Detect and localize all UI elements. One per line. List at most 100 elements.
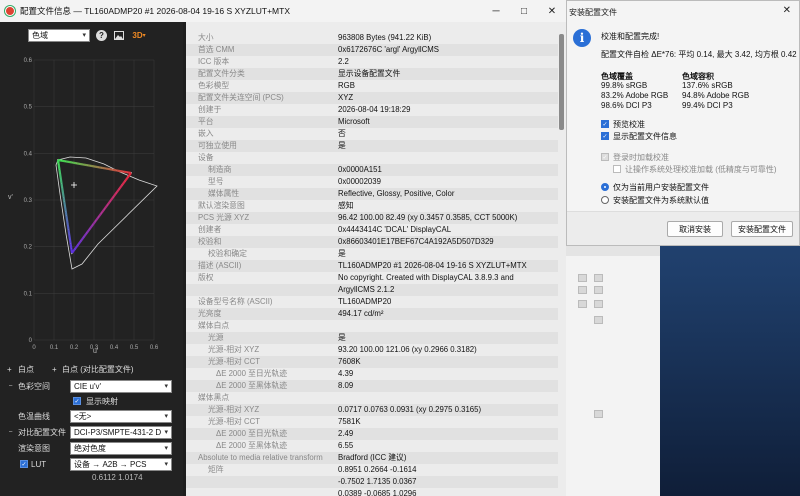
- lut-checkbox[interactable]: ✓: [20, 460, 28, 468]
- dialog-close-button[interactable]: ✕: [783, 5, 791, 16]
- info-row[interactable]: 大小 963808 Bytes (941.22 KiB): [186, 32, 558, 44]
- tone-curve-select[interactable]: <无> ▾: [70, 409, 172, 423]
- maximize-button[interactable]: □: [510, 0, 538, 22]
- info-row[interactable]: 光源-相对 XYZ 0.0717 0.0763 0.0931 (xy 0.2975…: [186, 404, 558, 416]
- info-row[interactable]: 型号 0x00002039: [186, 176, 558, 188]
- gamut-edge-segment: [115, 188, 121, 194]
- gamut-edge-segment: [68, 238, 72, 244]
- chevron-down-icon: ▾: [164, 444, 168, 452]
- show-lut-row[interactable]: ✓ 显示映射: [0, 394, 183, 408]
- info-row[interactable]: 光源-相对 CCT 7581K: [186, 416, 558, 428]
- info-row[interactable]: ΔE 2000 至黑体轨迹 6.55: [186, 440, 558, 452]
- info-row[interactable]: 创建者 0x4443414C 'DCAL' DisplayCAL: [186, 224, 558, 236]
- info-row[interactable]: 制造商 0x0000A151: [186, 164, 558, 176]
- info-row[interactable]: PCS 光源 XYZ 96.42 100.00 82.49 (xy 0.3457 …: [186, 212, 558, 224]
- load-on-login-checkbox[interactable]: ✓: [601, 153, 609, 161]
- help-icon[interactable]: ?: [96, 29, 107, 41]
- info-row[interactable]: 媒体白点: [186, 320, 558, 332]
- let-os-handle-checkbox[interactable]: [613, 165, 621, 173]
- info-row[interactable]: 设备型号名称 (ASCII) TL160ADMP20: [186, 296, 558, 308]
- info-row[interactable]: ΔE 2000 至日光轨迹 4.39: [186, 368, 558, 380]
- app-icon: [5, 6, 15, 16]
- info-row[interactable]: 版权 No copyright. Created with DisplayCAL …: [186, 272, 558, 284]
- title-bar[interactable]: 配置文件信息 — TL160ADMP20 #1 2026-08-04 19-16…: [0, 0, 566, 22]
- info-value: 7581K: [338, 417, 361, 426]
- info-row[interactable]: 光源 是: [186, 332, 558, 344]
- install-current-user-radio[interactable]: [601, 183, 609, 191]
- info-row[interactable]: 校验和 0x86603401E17BEF67C4A192A5D507D329: [186, 236, 558, 248]
- scrollbar-thumb[interactable]: [559, 34, 564, 130]
- info-key: 创建者: [198, 225, 222, 234]
- info-row[interactable]: Absolute to media relative transform Brad…: [186, 452, 558, 464]
- gamut-edge-segment: [100, 208, 106, 214]
- gamut-edge-segment: [68, 160, 73, 164]
- info-row[interactable]: 平台 Microsoft: [186, 116, 558, 128]
- info-row[interactable]: 首选 CMM 0x6172676C 'argl' ArgyllCMS: [186, 44, 558, 56]
- three-d-icon[interactable]: 3D ▾: [130, 30, 148, 41]
- info-row[interactable]: 配置文件分类 显示设备配置文件: [186, 68, 558, 80]
- lut-select[interactable]: 设备 → A2B → PCS ▾: [70, 457, 172, 471]
- color-space-select[interactable]: CIE u'v' ▾: [70, 379, 172, 393]
- scrollbar[interactable]: [559, 24, 564, 494]
- info-row[interactable]: 描述 (ASCII) TL160ADMP20 #1 2026-08-04 19-1…: [186, 260, 558, 272]
- info-row[interactable]: ICC 版本 2.2: [186, 56, 558, 68]
- info-row[interactable]: ΔE 2000 至日光轨迹 2.49: [186, 428, 558, 440]
- info-row[interactable]: 配置文件关连空间 (PCS) XYZ: [186, 92, 558, 104]
- info-key: 校验和确定: [208, 249, 247, 258]
- profile-info-table[interactable]: 大小 963808 Bytes (941.22 KiB) 首选 CMM 0x61726…: [186, 22, 566, 496]
- preview-calibration-checkbox[interactable]: ✓: [601, 120, 609, 128]
- close-button[interactable]: ✕: [538, 0, 566, 22]
- y-tick-label: 0.6: [24, 58, 33, 64]
- tone-curve-label: 色温曲线: [18, 411, 50, 421]
- volume-adobe: 94.8% Adobe RGB: [682, 91, 750, 100]
- info-value: RGB: [338, 81, 355, 90]
- bg-file-icon: [578, 286, 587, 294]
- gamut-edge-segment: [119, 169, 124, 173]
- info-row[interactable]: 可独立使用 是: [186, 140, 558, 152]
- info-row[interactable]: ΔE 2000 至黑体轨迹 8.09: [186, 380, 558, 392]
- gamut-edge-segment: [83, 163, 88, 167]
- image-icon[interactable]: [113, 30, 124, 41]
- info-row[interactable]: 默认渲染意图 感知: [186, 200, 558, 212]
- install-profile-button[interactable]: 安装配置文件: [731, 221, 793, 237]
- info-row[interactable]: -0.7502 1.7135 0.0367: [186, 476, 558, 488]
- gamut-edge-segment: [79, 162, 84, 166]
- x-tick-label: 0.5: [130, 345, 139, 351]
- info-row[interactable]: 设备: [186, 152, 558, 164]
- view-select[interactable]: 色域 ▾: [28, 28, 90, 42]
- info-row[interactable]: 媒体属性 Reflective, Glossy, Positive, Color: [186, 188, 558, 200]
- info-row[interactable]: 矩阵 0.8951 0.2664 -0.1614: [186, 464, 558, 476]
- info-row[interactable]: 0.0389 -0.0685 1.0296: [186, 488, 558, 496]
- info-key: 设备型号名称 (ASCII): [198, 297, 273, 306]
- info-row[interactable]: ArgyllCMS 2.1.2: [186, 284, 558, 296]
- info-value: 否: [338, 129, 346, 138]
- info-key: 可独立使用: [198, 141, 237, 150]
- rendering-intent-select[interactable]: 绝对色度 ▾: [70, 441, 172, 455]
- minimize-button[interactable]: ─: [482, 0, 510, 22]
- info-row[interactable]: 校验和确定 是: [186, 248, 558, 260]
- load-on-login-label: 登录时加载校准: [613, 153, 669, 162]
- info-row[interactable]: 嵌入 否: [186, 128, 558, 140]
- chevron-down-icon: ▾: [164, 428, 168, 436]
- preview-calibration-label: 预览校准: [613, 120, 645, 129]
- gamut-plot[interactable]: 0 0.1 0.2 0.3 0.4 0.5 0.600.10.20.30.40.50.6: [22, 54, 158, 352]
- compare-profile-label: 对比配置文件: [18, 427, 66, 437]
- info-row[interactable]: 光亮度 494.17 cd/m²: [186, 308, 558, 320]
- info-row[interactable]: 创建于 2026-08-04 19:18:29: [186, 104, 558, 116]
- info-row[interactable]: 光源-相对 XYZ 93.20 100.00 121.06 (xy 0.2966 …: [186, 344, 558, 356]
- info-row[interactable]: 光源-相对 CCT 7608K: [186, 356, 558, 368]
- three-d-label: 3D: [132, 30, 143, 40]
- info-value: No copyright. Created with DisplayCAL 3.…: [338, 273, 514, 282]
- gamut-edge-segment: [118, 184, 124, 190]
- compare-profile-select[interactable]: DCI-P3/SMPTE-431-2 D ▾: [70, 425, 172, 439]
- show-profile-info-checkbox[interactable]: ✓: [601, 132, 609, 140]
- info-row[interactable]: 色彩模型 RGB: [186, 80, 558, 92]
- show-lut-checkbox[interactable]: ✓: [73, 397, 81, 405]
- info-key: 配置文件关连空间 (PCS): [198, 93, 284, 102]
- info-value: 93.20 100.00 121.06 (xy 0.2966 0.3182): [338, 345, 477, 354]
- install-default-radio[interactable]: [601, 196, 609, 204]
- info-row[interactable]: 媒体黑点: [186, 392, 558, 404]
- cancel-install-button[interactable]: 取消安装: [667, 221, 723, 237]
- whitepoint-row[interactable]: + 白点 + 白点 (对比配置文件): [0, 362, 183, 376]
- gamut-edge-segment: [79, 236, 85, 242]
